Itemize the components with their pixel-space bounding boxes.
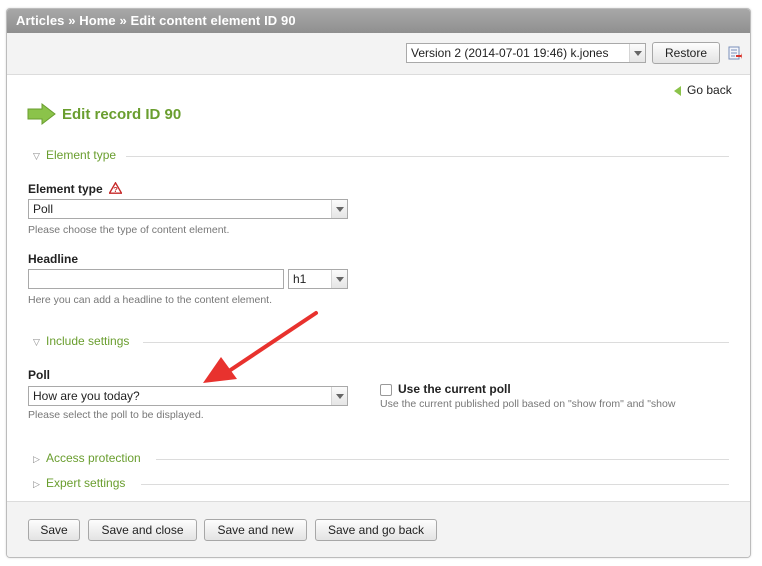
save-and-new-button[interactable]: Save and new [204,519,307,541]
element-type-label: Element type ? [28,181,123,196]
save-and-close-button[interactable]: Save and close [88,519,197,541]
save-button[interactable]: Save [28,519,80,541]
headline-unit-select[interactable]: h1 [288,269,348,289]
go-back-link[interactable]: Go back [674,83,732,97]
element-type-help: Please choose the type of content elemen… [28,224,230,236]
legend-access-protection[interactable]: ▷ Access protection [31,451,729,467]
go-back-label: Go back [687,83,732,97]
collapsed-triangle-icon: ▷ [33,454,40,464]
legend-expert-settings[interactable]: ▷ Expert settings [31,476,729,492]
legend-access-protection-label: Access protection [46,451,141,465]
headline-unit-value: h1 [293,272,307,286]
chevron-down-icon [331,200,347,218]
poll-select[interactable]: How are you today? [28,386,348,406]
use-current-poll-checkbox[interactable] [380,384,392,396]
save-and-go-back-button[interactable]: Save and go back [315,519,437,541]
headline-input[interactable] [28,269,284,289]
svg-text:?: ? [113,185,118,194]
chevron-down-icon [629,44,645,62]
version-select-value: Version 2 (2014-07-01 19:46) k.jones [411,46,609,60]
collapsed-triangle-icon: ▷ [33,479,40,489]
headline-help: Here you can add a headline to the conte… [28,294,273,306]
chevron-down-icon [331,270,347,288]
breadcrumb: Articles » Home » Edit content element I… [7,9,750,33]
warning-icon: ? [108,181,123,194]
button-bar: Save Save and close Save and new Save an… [7,501,750,557]
chevron-down-icon [331,387,347,405]
version-select[interactable]: Version 2 (2014-07-01 19:46) k.jones [406,43,646,63]
poll-help: Please select the poll to be displayed. [28,409,204,421]
edit-arrow-icon [27,103,56,125]
use-current-poll-help: Use the current published poll based on … [380,398,676,410]
back-arrow-icon [674,85,681,96]
edit-panel: Articles » Home » Edit content element I… [6,8,751,558]
element-type-label-text: Element type [28,182,103,196]
legend-include-settings-label: Include settings [46,334,130,348]
legend-element-type[interactable]: ▽ Element type [31,148,729,164]
legend-include-settings[interactable]: ▽ Include settings [31,334,729,350]
restore-button[interactable]: Restore [652,42,720,64]
legend-expert-settings-label: Expert settings [46,476,126,490]
headline-label: Headline [28,252,79,266]
export-icon[interactable] [728,46,742,60]
expanded-triangle-icon: ▽ [33,337,40,347]
poll-label: Poll [28,368,51,382]
element-type-select[interactable]: Poll [28,199,348,219]
version-toolbar: Version 2 (2014-07-01 19:46) k.jones Res… [7,33,750,75]
use-current-poll-label[interactable]: Use the current poll [398,382,511,396]
page-title: Edit record ID 90 [62,106,182,123]
legend-element-type-label: Element type [46,148,117,162]
poll-value: How are you today? [33,389,140,403]
expanded-triangle-icon: ▽ [33,151,40,161]
element-type-value: Poll [33,202,54,216]
